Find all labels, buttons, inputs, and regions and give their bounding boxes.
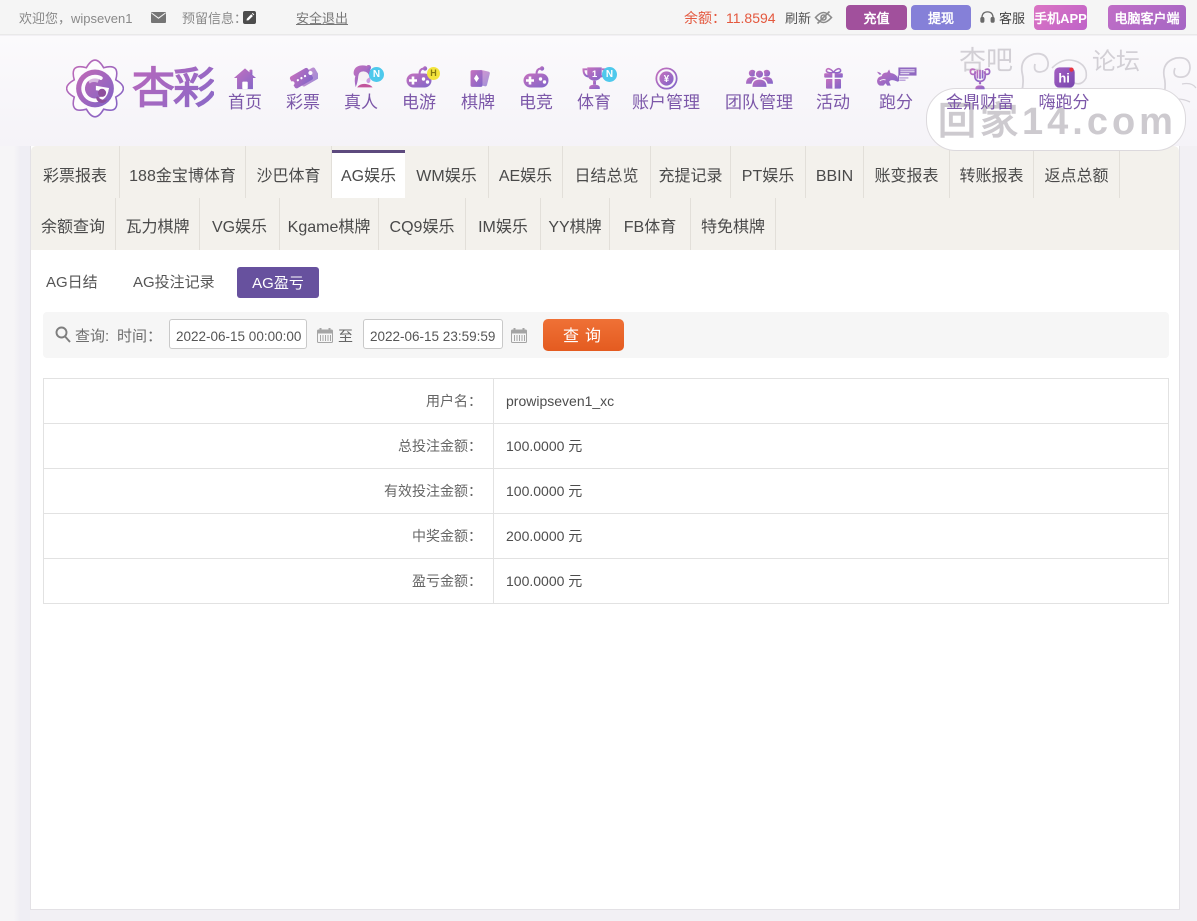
svg-text:¥: ¥ (663, 74, 669, 85)
svg-text:hi: hi (1058, 71, 1070, 86)
svg-text:1: 1 (591, 69, 597, 80)
